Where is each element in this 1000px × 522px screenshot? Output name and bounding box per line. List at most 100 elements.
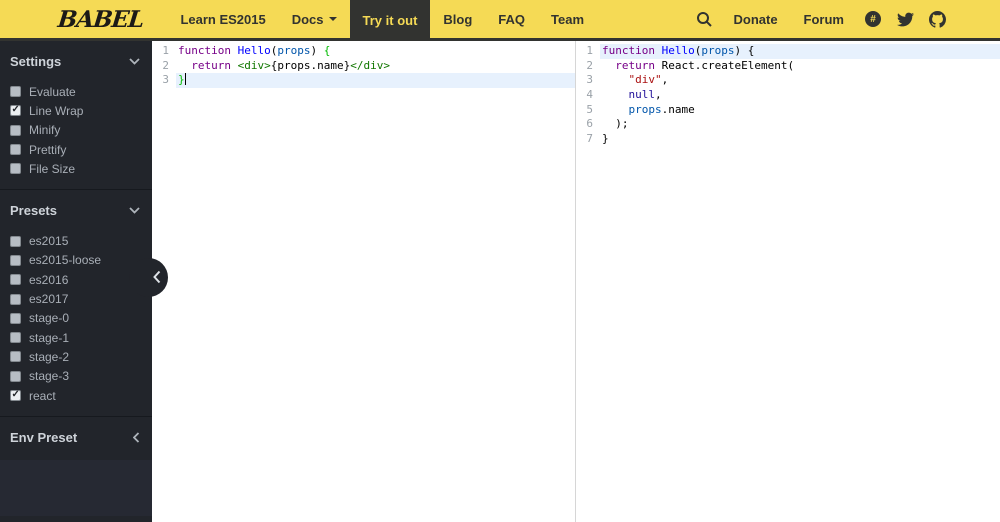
checkbox-item-prettify[interactable]: Prettify xyxy=(0,140,152,159)
nav-docs[interactable]: Docs xyxy=(279,0,350,38)
checkbox-item-line-wrap[interactable]: Line Wrap xyxy=(0,101,152,120)
code-token: } xyxy=(178,73,185,87)
code-token: ) xyxy=(310,44,324,57)
checkbox-label: stage-0 xyxy=(29,311,70,326)
checkbox-unchecked[interactable] xyxy=(10,86,21,98)
code-token: { xyxy=(323,44,331,57)
code-content: null, xyxy=(600,88,1000,103)
slack-icon[interactable]: # xyxy=(862,8,884,30)
checkbox-unchecked[interactable] xyxy=(10,254,21,266)
code-token: return xyxy=(191,58,231,72)
text-cursor xyxy=(184,73,186,86)
checkbox-item-es2017[interactable]: es2017 xyxy=(0,289,152,308)
sidebar-collapse-handle[interactable] xyxy=(129,258,168,297)
code-content: } xyxy=(176,73,575,89)
checkbox-label: es2015 xyxy=(29,234,69,249)
nav-blog[interactable]: Blog xyxy=(430,0,485,38)
checkbox-unchecked[interactable] xyxy=(10,124,21,136)
sidebar-section-presets: Presets es2015 es2015-loose es2016 es2017 sta… xyxy=(0,190,152,418)
nav-learn-es2015[interactable]: Learn ES2015 xyxy=(167,0,278,38)
nav-team[interactable]: Team xyxy=(538,0,597,38)
checkbox-unchecked[interactable] xyxy=(10,370,21,382)
env-preset-body xyxy=(0,460,152,517)
code-content: "div", xyxy=(600,73,1000,88)
line-number: 1 xyxy=(162,44,169,57)
checkbox-item-stage-0[interactable]: stage-0 xyxy=(0,309,152,328)
code-content: return React.createElement( xyxy=(600,59,1000,74)
sidebar-section-header-settings[interactable]: Settings xyxy=(0,54,152,82)
code-token: function xyxy=(178,44,231,57)
source-code-editor[interactable]: 1 function Hello(props) {2 return <div>{p… xyxy=(152,41,576,522)
checkbox-unchecked[interactable] xyxy=(10,312,21,324)
nav-label: Docs xyxy=(291,11,324,27)
sidebar-section-settings: Settings Evaluate Line Wrap Minify Prettify F… xyxy=(0,41,152,191)
code-line: 5 props.name xyxy=(576,103,1000,118)
checkbox-item-evaluate[interactable]: Evaluate xyxy=(0,82,152,101)
checkbox-label: es2015-loose xyxy=(29,253,102,268)
checkbox-unchecked[interactable] xyxy=(10,274,21,286)
checkbox-label: es2017 xyxy=(29,292,69,307)
code-token: .name xyxy=(661,102,695,116)
checkbox-checked[interactable] xyxy=(10,389,21,401)
checkbox-label: stage-3 xyxy=(29,369,70,384)
checkbox-item-stage-3[interactable]: stage-3 xyxy=(0,367,152,386)
section-title: Env Preset xyxy=(10,430,78,446)
line-number: 3 xyxy=(162,73,169,87)
babel-repl-page: BABEL Learn ES2015 Docs Try it out Blog FAQ T… xyxy=(0,0,1000,522)
nav-try-it-out[interactable]: Try it out xyxy=(349,0,431,41)
sidebar-section-header-env-preset[interactable]: Env Preset xyxy=(0,430,152,458)
checkbox-label: File Size xyxy=(29,161,76,176)
search-icon[interactable] xyxy=(693,8,715,30)
editor-panes: 1 function Hello(props) {2 return <div>{p… xyxy=(152,41,1000,522)
checkbox-label: react xyxy=(29,388,56,403)
checkbox-item-stage-1[interactable]: stage-1 xyxy=(0,328,152,347)
checkbox-item-react[interactable]: react xyxy=(0,386,152,405)
navbar: BABEL Learn ES2015 Docs Try it out Blog FAQ T… xyxy=(0,0,1000,41)
nav-label: Try it out xyxy=(362,13,418,28)
code-token: <div> xyxy=(237,58,271,72)
line-number: 5 xyxy=(586,102,593,116)
checkbox-checked[interactable] xyxy=(10,104,21,117)
checkbox-item-es2015[interactable]: es2015 xyxy=(0,231,152,250)
code-line: 1 function Hello(props) { xyxy=(576,44,1000,59)
checkbox-unchecked[interactable] xyxy=(10,144,21,156)
compiled-output-pane[interactable]: 1 function Hello(props) {2 return React.c… xyxy=(576,41,1000,522)
line-number: 6 xyxy=(586,117,593,131)
checkbox-label: Line Wrap xyxy=(29,103,84,118)
checkbox-unchecked[interactable] xyxy=(10,293,21,305)
nav-label: FAQ xyxy=(498,11,526,27)
donate-link[interactable]: Donate xyxy=(725,12,785,27)
code-line: 2 return React.createElement( xyxy=(576,59,1000,74)
nav-faq[interactable]: FAQ xyxy=(485,0,538,38)
sidebar-section-header-presets[interactable]: Presets xyxy=(0,203,152,231)
checkbox-item-stage-2[interactable]: stage-2 xyxy=(0,347,152,366)
forum-link[interactable]: Forum xyxy=(796,12,852,27)
checkbox-item-file-size[interactable]: File Size xyxy=(0,159,152,178)
code-line: 3 "div", xyxy=(576,73,1000,88)
nav-label: Team xyxy=(551,11,585,27)
line-number: 4 xyxy=(586,88,593,102)
twitter-icon[interactable] xyxy=(894,8,916,30)
checkbox-item-es2015-loose[interactable]: es2015-loose xyxy=(0,251,152,270)
main-nav: Learn ES2015 Docs Try it out Blog FAQ Team xyxy=(167,0,597,41)
code-line: 1 function Hello(props) { xyxy=(152,44,575,59)
checkbox-label: stage-1 xyxy=(29,330,70,345)
checkbox-unchecked[interactable] xyxy=(10,332,21,344)
section-title: Presets xyxy=(10,203,57,219)
checkbox-unchecked[interactable] xyxy=(10,351,21,363)
github-icon[interactable] xyxy=(926,8,948,30)
babel-logo[interactable]: BABEL xyxy=(0,0,169,38)
checkbox-unchecked[interactable] xyxy=(10,163,21,175)
checkbox-label: Prettify xyxy=(29,142,67,157)
checkbox-item-minify[interactable]: Minify xyxy=(0,121,152,140)
code-token: </div> xyxy=(350,58,390,72)
checkbox-unchecked[interactable] xyxy=(10,235,21,247)
code-token: props xyxy=(701,44,735,57)
code-token: "div" xyxy=(628,73,662,87)
code-content: ); xyxy=(600,117,1000,132)
code-content: function Hello(props) { xyxy=(176,44,575,59)
code-token: , xyxy=(655,88,662,102)
